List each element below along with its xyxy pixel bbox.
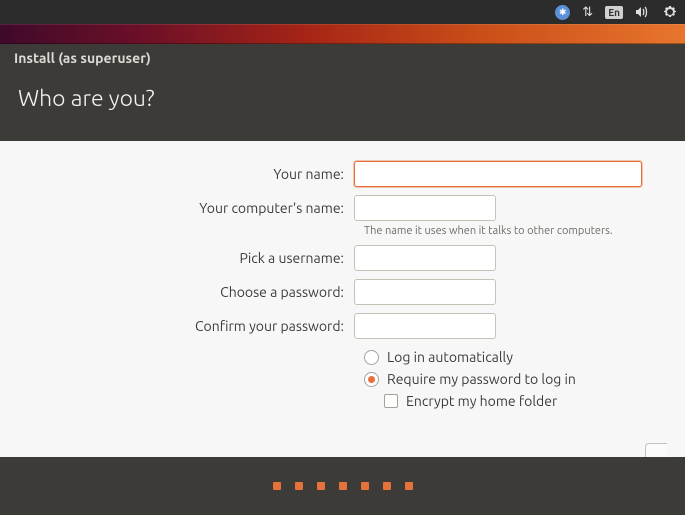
confirm-password-label: Confirm your password:: [18, 318, 354, 334]
name-input[interactable]: [354, 161, 642, 187]
settings-gear-icon[interactable]: [663, 5, 677, 19]
network-icon[interactable]: ⇅: [582, 5, 593, 20]
decorative-gradient-band: [0, 24, 685, 44]
password-input[interactable]: [354, 279, 496, 305]
computer-name-input[interactable]: [354, 195, 496, 221]
progress-dot: [405, 482, 413, 490]
computer-name-hint: The name it uses when it talks to other …: [364, 225, 667, 237]
progress-dots-footer: [0, 457, 685, 515]
keyboard-language-icon[interactable]: En: [605, 6, 623, 19]
progress-dot: [339, 482, 347, 490]
name-label: Your name:: [18, 166, 354, 182]
auto-login-label: Log in automatically: [387, 349, 513, 365]
progress-dot: [317, 482, 325, 490]
system-top-panel: ⇅ En: [0, 0, 685, 24]
computer-name-label: Your computer's name:: [18, 200, 354, 216]
username-input[interactable]: [354, 245, 496, 271]
installer-header: Who are you?: [0, 72, 685, 141]
encrypt-home-label: Encrypt my home folder: [406, 393, 557, 409]
page-title: Who are you?: [18, 86, 667, 111]
volume-icon[interactable]: [635, 6, 651, 18]
form-area: Your name: Your computer's name: The nam…: [0, 141, 685, 491]
login-options-group: Log in automatically Require my password…: [364, 349, 667, 409]
progress-dot: [273, 482, 281, 490]
password-label: Choose a password:: [18, 284, 354, 300]
username-label: Pick a username:: [18, 250, 354, 266]
require-password-radio[interactable]: Require my password to log in: [364, 371, 667, 387]
require-password-label: Require my password to log in: [387, 371, 576, 387]
confirm-password-input[interactable]: [354, 313, 496, 339]
checkbox-icon: [384, 394, 398, 408]
radio-icon: [364, 372, 379, 387]
auto-login-radio[interactable]: Log in automatically: [364, 349, 667, 365]
window-titlebar: Install (as superuser): [0, 44, 685, 72]
accessibility-icon[interactable]: [555, 5, 570, 20]
progress-dot: [295, 482, 303, 490]
progress-dot: [361, 482, 369, 490]
window-title: Install (as superuser): [14, 50, 151, 66]
progress-dot: [383, 482, 391, 490]
encrypt-home-checkbox[interactable]: Encrypt my home folder: [384, 393, 667, 409]
radio-icon: [364, 350, 379, 365]
